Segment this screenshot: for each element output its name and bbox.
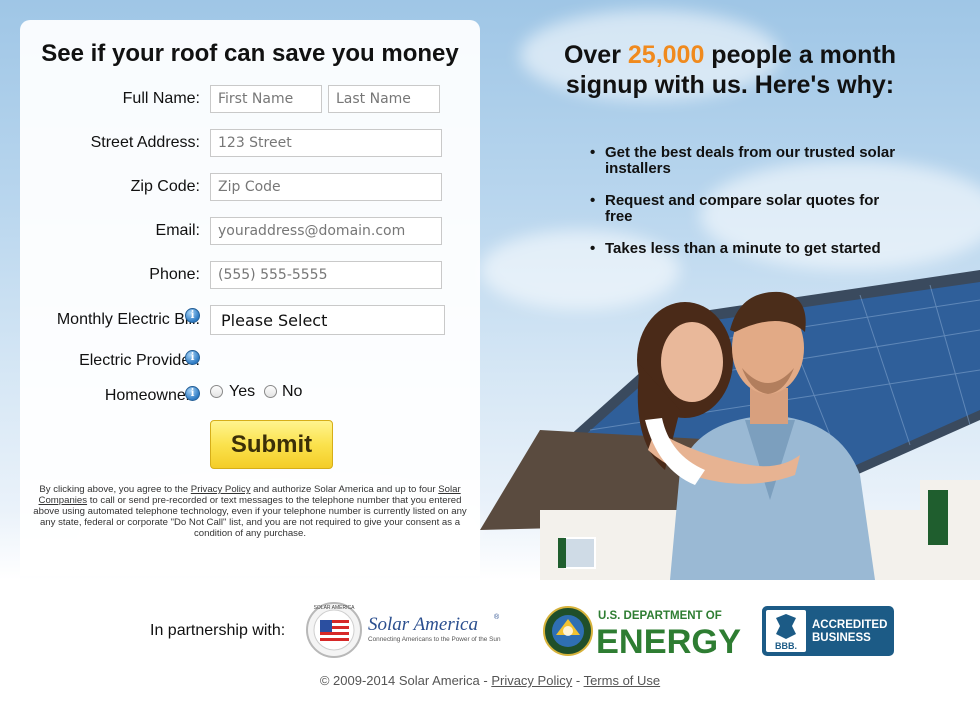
signup-count: 25,000 [627, 41, 705, 69]
svg-text:Connecting Americans to the Po: Connecting Americans to the Power of the… [368, 636, 501, 643]
list-item: • Request and compare solar quotes for fr… [590, 192, 880, 225]
svg-text:BBB.: BBB. [775, 641, 797, 651]
homeowner-yes-label[interactable]: Yes [229, 383, 255, 401]
terms-of-use-link[interactable]: Terms of Use [584, 673, 661, 688]
email-input[interactable] [210, 217, 442, 245]
doe-seal-logo[interactable]: U.S. DEPARTMENT OF ENERGY [543, 602, 743, 660]
privacy-policy-link[interactable]: Privacy Policy [191, 484, 251, 495]
electric-provider-label: Electric Provider: [79, 352, 200, 369]
provider-info-icon[interactable]: i [185, 350, 200, 365]
street-address-label: Street Address: [90, 134, 200, 151]
svg-text:SOLAR AMERICA: SOLAR AMERICA [314, 605, 356, 611]
submit-button[interactable]: Submit [210, 420, 333, 469]
homeowner-no-radio[interactable] [264, 385, 277, 398]
street-address-input[interactable] [210, 129, 442, 157]
svg-text:U.S. DEPARTMENT OF: U.S. DEPARTMENT OF [598, 610, 722, 622]
zip-code-input[interactable] [210, 173, 442, 201]
zip-code-label: Zip Code: [130, 178, 200, 195]
phone-label: Phone: [149, 266, 200, 283]
hero-photo [480, 270, 980, 580]
homeowner-no-label[interactable]: No [282, 383, 302, 401]
list-item: • Takes less than a minute to get started [590, 240, 881, 257]
phone-input[interactable] [210, 261, 442, 289]
first-name-input[interactable] [210, 85, 322, 113]
footer-privacy-link[interactable]: Privacy Policy [491, 673, 572, 688]
solar-america-logo[interactable]: SOLAR AMERICA Solar America ® Connecting… [306, 600, 526, 660]
partnership-label: In partnership with: [150, 622, 286, 639]
homeowner-yes-radio[interactable] [210, 385, 223, 398]
bill-info-icon[interactable]: i [185, 308, 200, 323]
signup-form: See if your roof can save you money Full… [20, 20, 480, 576]
full-name-label: Full Name: [122, 90, 200, 107]
svg-text:Solar America: Solar America [368, 614, 478, 635]
bullet-icon: • [590, 240, 596, 257]
monthly-bill-label: Monthly Electric Bill: [56, 311, 200, 328]
svg-text:ENERGY: ENERGY [596, 623, 741, 660]
homeowner-info-icon[interactable]: i [185, 386, 200, 401]
svg-text:®: ® [494, 613, 500, 621]
svg-text:BUSINESS: BUSINESS [812, 632, 871, 644]
email-label: Email: [155, 222, 200, 239]
list-item: • Get the best deals from our trusted sol… [590, 144, 896, 177]
svg-text:ACCREDITED: ACCREDITED [812, 619, 887, 631]
form-title: See if your roof can save you money [41, 40, 459, 67]
last-name-input[interactable] [328, 85, 440, 113]
bullet-icon: • [590, 192, 596, 209]
monthly-bill-select[interactable]: Please Select [210, 305, 445, 335]
bullet-icon: • [590, 144, 596, 161]
bbb-logo[interactable]: BBB. ACCREDITED BUSINESS [762, 606, 894, 656]
promo-headline: Over 25,000 people a month signup with u… [563, 41, 897, 99]
benefits-list: • Get the best deals from our trusted sol… [590, 145, 910, 273]
copyright-footer: © 2009-2014 Solar America - Privacy Poli… [319, 673, 661, 688]
disclaimer-text: By clicking above, you agree to the Priv… [33, 484, 467, 539]
